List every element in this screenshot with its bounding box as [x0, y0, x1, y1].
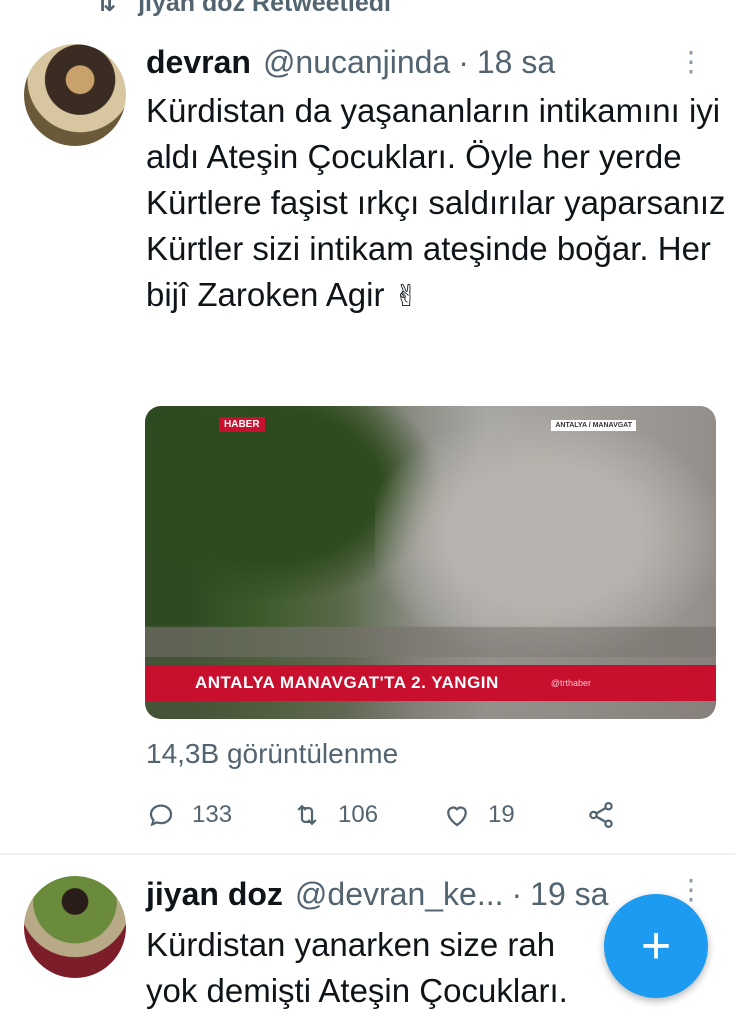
plus-icon: + — [640, 917, 672, 975]
ticker-headline: ANTALYA MANAVGAT'TA 2. YANGIN — [195, 673, 499, 692]
tweet-text: Kürdistan da yaşananların intikamını iyi… — [146, 88, 726, 320]
news-ticker: ANTALYA MANAVGAT'TA 2. YANGIN @trthaber — [145, 665, 716, 701]
view-count[interactable]: 14,3B görüntülenme — [146, 738, 398, 770]
tweet-header: jiyan doz @devran_ke... · 19 sa — [146, 872, 608, 916]
like-button[interactable]: 19 — [442, 800, 515, 830]
like-count: 19 — [488, 801, 515, 828]
retweet-icon — [297, 804, 317, 826]
compose-tweet-button[interactable]: + — [604, 894, 708, 998]
retweet-context[interactable]: ⇅ jiyan doz Retweetledi — [0, 0, 735, 20]
reply-count: 133 — [192, 801, 233, 828]
reply-icon — [149, 804, 173, 827]
channel-logo: @trthaber — [550, 678, 591, 688]
display-name[interactable]: devran — [146, 40, 251, 84]
retweet-icon: ⇅ — [96, 0, 117, 17]
avatar[interactable] — [24, 44, 126, 146]
timestamp[interactable]: 19 sa — [530, 872, 608, 916]
retweet-button[interactable]: 106 — [292, 800, 378, 830]
smoke-area — [375, 416, 715, 656]
more-options-icon[interactable]: ⋮ — [677, 48, 705, 76]
tweet-header: devran @nucanjinda · 18 sa — [146, 40, 555, 84]
share-icon — [589, 802, 613, 828]
road — [145, 627, 716, 657]
separator-dot: · — [458, 44, 469, 80]
separator-dot: · — [511, 876, 523, 912]
timestamp[interactable]: 18 sa — [477, 40, 555, 84]
tweet-body: Kürdistan da yaşananların intikamını iyi… — [146, 92, 726, 313]
tweet[interactable]: devran @nucanjinda · 18 sa ⋮ Kürdistan d… — [0, 38, 735, 853]
user-handle[interactable]: @devran_ke... — [295, 872, 504, 916]
share-button[interactable] — [586, 800, 632, 830]
tweet-actions: 133 106 19 — [146, 800, 626, 834]
victory-hand-emoji: ✌ — [393, 280, 419, 313]
display-name[interactable]: jiyan doz — [146, 872, 283, 916]
heart-icon — [447, 806, 467, 827]
tweet-divider — [0, 853, 735, 855]
channel-tag: HABER — [219, 417, 265, 432]
avatar[interactable] — [24, 876, 126, 978]
retweet-count: 106 — [338, 801, 379, 828]
location-tag: ANTALYA / MANAVGAT — [551, 420, 636, 431]
retweet-context-label: jiyan doz Retweetledi — [138, 0, 391, 17]
reply-button[interactable]: 133 — [146, 800, 232, 830]
user-handle[interactable]: @nucanjinda — [263, 40, 450, 84]
video-thumbnail[interactable]: HABER ANTALYA / MANAVGAT ANTALYA MANAVGA… — [145, 406, 716, 719]
